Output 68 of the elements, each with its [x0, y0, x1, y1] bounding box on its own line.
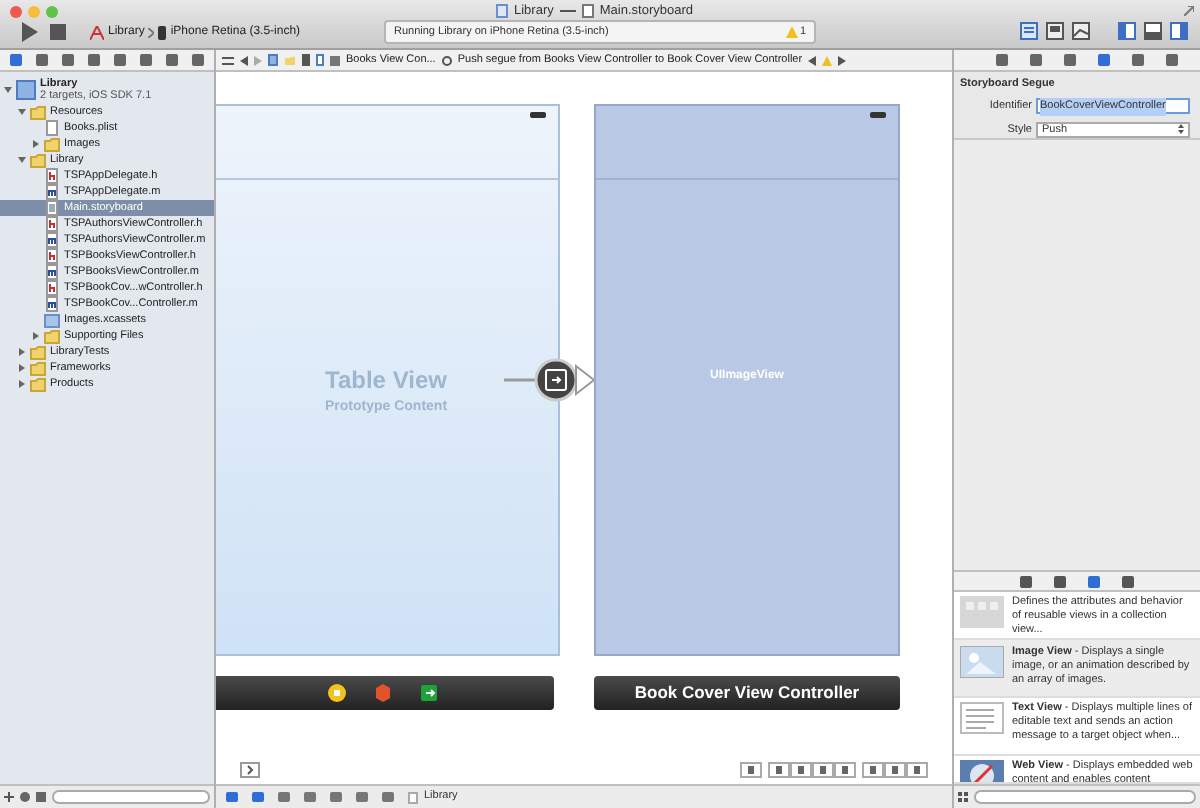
segue-arrow[interactable]: [504, 358, 596, 402]
header-file-icon: [44, 248, 60, 264]
header-file-icon: [44, 168, 60, 184]
exit-icon[interactable]: [420, 684, 438, 702]
back-icon[interactable]: [240, 55, 248, 65]
debug-area-toggle-icon[interactable]: [1144, 22, 1162, 40]
scene-title-bar[interactable]: Book Cover View Controller: [594, 676, 900, 710]
battery-icon: [870, 112, 886, 118]
battery-icon: [530, 112, 546, 118]
segue-icon[interactable]: [441, 55, 452, 65]
table-view-label: Table View: [325, 364, 447, 398]
navigator-toggle-icon[interactable]: [1118, 22, 1136, 40]
disclosure-triangle-icon[interactable]: [18, 364, 26, 372]
navigator-tab-icon[interactable]: [62, 54, 75, 66]
navigator-tab-icon[interactable]: [191, 54, 204, 66]
navigator-tab-icon[interactable]: [113, 54, 126, 66]
popup-arrows-icon: [1178, 124, 1184, 135]
dash-icon: [559, 10, 576, 13]
header-file-icon: [44, 280, 60, 296]
disclosure-triangle-icon[interactable]: [4, 86, 12, 94]
first-responder-icon[interactable]: [328, 684, 346, 702]
disclosure-triangle-icon[interactable]: [32, 140, 40, 148]
chevron-icon: [148, 27, 155, 37]
storyboard-file-icon: [44, 200, 60, 216]
document-icon: [496, 4, 508, 19]
scene-icon[interactable]: [316, 54, 324, 66]
asset-catalog-icon: [44, 312, 60, 328]
filter-field[interactable]: [52, 790, 210, 804]
navigator-tab-icon[interactable]: [36, 54, 49, 66]
assistant-editor-icon[interactable]: [1046, 22, 1064, 40]
app-icon: [90, 25, 104, 39]
phone-icon: [158, 25, 167, 39]
utilities-toggle-icon[interactable]: [1170, 22, 1188, 40]
cube-icon[interactable]: [374, 684, 392, 702]
view-controller-icon[interactable]: [330, 55, 340, 65]
fullscreen-icon[interactable]: [1184, 6, 1194, 16]
source-file-icon: [44, 264, 60, 280]
version-editor-icon[interactable]: [1072, 22, 1090, 40]
navigator-tab-icon[interactable]: [10, 54, 23, 66]
source-file-icon: [44, 232, 60, 248]
disclosure-triangle-icon[interactable]: [18, 348, 26, 356]
previous-issue-icon[interactable]: [808, 55, 817, 65]
navigator-tab-icon[interactable]: [88, 54, 101, 66]
image-view-thumbnail: [960, 646, 1004, 678]
standard-editor-icon[interactable]: [1020, 22, 1038, 40]
project-icon: [16, 80, 36, 100]
disclosure-triangle-icon[interactable]: [18, 380, 26, 388]
related-items-icon[interactable]: [222, 55, 234, 65]
filter-field[interactable]: [974, 790, 1196, 804]
collection-view-thumbnail: [960, 596, 1004, 628]
text-view-thumbnail: [960, 702, 1004, 734]
header-file-icon: [44, 216, 60, 232]
navigator-tab-icon[interactable]: [139, 54, 152, 66]
navigator-tab-icon[interactable]: [165, 54, 178, 66]
disclosure-triangle-icon[interactable]: [18, 156, 26, 164]
add-icon[interactable]: [4, 792, 14, 802]
run-icon[interactable]: [20, 22, 38, 42]
disclosure-triangle-icon[interactable]: [18, 108, 26, 116]
recent-icon[interactable]: [20, 792, 30, 802]
document-outline-toggle-icon[interactable]: [240, 762, 260, 778]
source-file-icon: [44, 296, 60, 312]
warning-icon: [785, 26, 798, 38]
next-issue-icon[interactable]: [838, 55, 847, 65]
grid-view-icon[interactable]: [958, 792, 968, 802]
plist-file-icon: [44, 120, 60, 136]
source-file-icon: [44, 184, 60, 200]
disclosure-triangle-icon[interactable]: [32, 332, 40, 340]
target-icon: [408, 791, 418, 803]
